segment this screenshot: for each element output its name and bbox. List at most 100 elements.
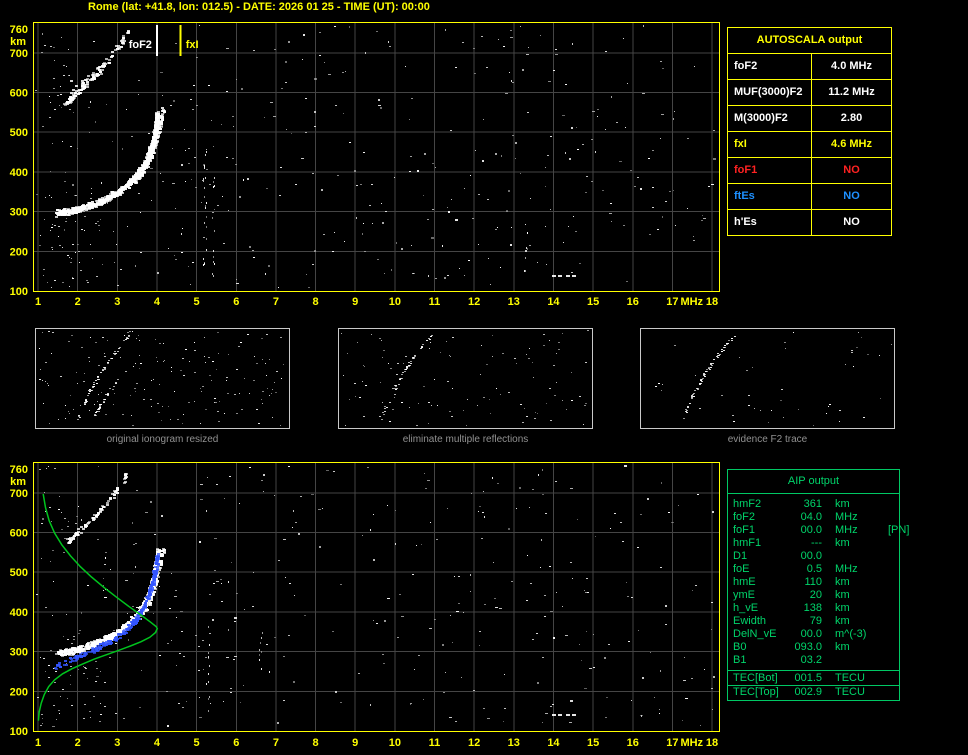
svg-text:7: 7 xyxy=(273,296,279,308)
aip-param-note xyxy=(888,550,894,563)
autoscala-row-0: foF2 4.0 MHz xyxy=(728,54,891,80)
aip-param-unit: km xyxy=(835,615,850,627)
aip-param-label: B0 xyxy=(733,641,747,653)
aip-param-note xyxy=(888,576,894,589)
svg-text:4: 4 xyxy=(154,296,161,308)
aip-param-note xyxy=(888,511,894,524)
autoscala-row-3: fxI 4.6 MHz xyxy=(728,132,891,158)
svg-text:3: 3 xyxy=(114,296,120,308)
aip-row-5: foE 0.5 MHz xyxy=(728,563,899,576)
svg-text:10: 10 xyxy=(389,296,401,308)
aip-param-value: --- xyxy=(811,537,822,549)
autoscala-row-5: ftEs NO xyxy=(728,184,891,210)
svg-text:km: km xyxy=(10,36,26,48)
svg-text:foF2: foF2 xyxy=(129,39,152,51)
svg-text:km: km xyxy=(10,476,26,488)
aip-tec-unit: TECU xyxy=(835,686,865,698)
svg-text:600: 600 xyxy=(10,88,28,100)
svg-text:17: 17 xyxy=(666,296,678,308)
aip-param-value: 04.0 xyxy=(800,511,822,523)
aip-param-value: 110 xyxy=(804,576,822,588)
aip-param-unit: km xyxy=(835,498,850,510)
aip-row-12: B1 03.2 xyxy=(728,654,899,667)
axis-labels: 760700600500400300200100km1 2 3 4 5 6 7 8 9 10 11 1… xyxy=(10,464,719,749)
svg-text:MHz: MHz xyxy=(680,737,703,749)
svg-text:760: 760 xyxy=(10,24,28,36)
plot-grid xyxy=(33,462,719,731)
svg-text:14: 14 xyxy=(547,737,560,749)
thumbnail-dots xyxy=(341,330,589,426)
aip-param-label: hmE xyxy=(733,576,756,588)
autoscala-param-value: 2.80 xyxy=(840,112,863,124)
aip-param-label: B1 xyxy=(733,654,747,666)
svg-text:300: 300 xyxy=(10,647,28,659)
aip-parameter-list: hmF2 361 km foF2 04.0 MHz foF1 00.0 MHz [PN] hmF1 -… xyxy=(728,494,909,670)
thumb-caption-original: original ionogram resized xyxy=(106,434,219,445)
aip-param-note xyxy=(888,589,894,602)
svg-text:2: 2 xyxy=(75,737,81,749)
aip-param-label: DelN_vE xyxy=(733,628,777,640)
autoscala-row-2: M(3000)F2 2.80 xyxy=(728,106,891,132)
svg-text:760: 760 xyxy=(10,464,28,476)
profile-ionogram-plot: 760700600500400300200100km1 2 3 4 5 6 7 8 9 10 11 1… xyxy=(10,462,720,749)
aip-param-unit: MHz xyxy=(835,511,858,523)
svg-text:18: 18 xyxy=(706,737,718,749)
svg-text:16: 16 xyxy=(627,296,639,308)
svg-text:12: 12 xyxy=(468,737,480,749)
aip-row-9: Ewidth 79 km xyxy=(728,615,899,628)
thumbnail-eliminate-canvas xyxy=(341,330,589,426)
svg-text:13: 13 xyxy=(508,296,520,308)
svg-text:7: 7 xyxy=(273,737,279,749)
aip-panel-title: AIP output xyxy=(728,470,899,494)
thumbnail-original-canvas xyxy=(39,331,284,426)
aip-row-2: foF1 00.0 MHz [PN] xyxy=(728,524,909,537)
autoscala-param-value: NO xyxy=(843,216,860,228)
svg-text:8: 8 xyxy=(312,737,318,749)
svg-text:18: 18 xyxy=(706,296,718,308)
station-date-header: Rome (lat: +41.8, lon: 012.5) - DATE: 20… xyxy=(88,1,430,13)
svg-text:700: 700 xyxy=(10,48,28,60)
aip-param-unit: m^(-3) xyxy=(835,628,867,640)
aip-param-label: hmF1 xyxy=(733,537,762,549)
svg-text:400: 400 xyxy=(10,607,28,619)
aip-param-note xyxy=(888,654,894,667)
echo-and-noise-dots xyxy=(35,25,716,292)
svg-text:1: 1 xyxy=(35,737,41,749)
aip-row-4: D1 00.0 xyxy=(728,550,899,563)
autoscala-param-label: MUF(3000)F2 xyxy=(728,80,812,105)
autoscala-row-6: h'Es NO xyxy=(728,210,891,235)
aip-row-7: ymE 20 km xyxy=(728,589,899,602)
svg-text:100: 100 xyxy=(10,726,28,738)
svg-text:fxI: fxI xyxy=(186,39,199,51)
svg-text:600: 600 xyxy=(10,528,28,540)
svg-text:6: 6 xyxy=(233,296,239,308)
aip-row-10: DelN_vE 00.0 m^(-3) xyxy=(728,628,899,641)
autoscala-param-value: NO xyxy=(843,164,860,176)
main-ionogram-plot: foF2 fxI760700600500400300200100km1 2 3 4 5 6 7… xyxy=(10,22,720,308)
aip-param-label: foE xyxy=(733,563,750,575)
aip-output-panel: AIP output hmF2 361 km foF2 04.0 MHz foF1 00.0 M… xyxy=(727,469,909,701)
svg-text:200: 200 xyxy=(10,686,28,698)
thumbnail-evidence-f2-trace xyxy=(640,328,895,429)
svg-text:13: 13 xyxy=(508,737,520,749)
svg-text:15: 15 xyxy=(587,737,599,749)
svg-text:300: 300 xyxy=(10,207,28,219)
aip-param-unit: MHz xyxy=(835,524,858,536)
aip-param-label: foF2 xyxy=(733,511,756,523)
autoscala-param-value: 4.6 MHz xyxy=(831,138,872,150)
aip-param-note xyxy=(888,628,894,641)
aip-param-note: [PN] xyxy=(888,524,910,536)
svg-text:500: 500 xyxy=(10,127,28,139)
svg-text:9: 9 xyxy=(352,296,358,308)
thumbnail-dots xyxy=(39,331,284,426)
aip-row-3: hmF1 --- km xyxy=(728,537,899,550)
aip-param-value: 00.0 xyxy=(800,628,822,640)
thumbnail-dots xyxy=(655,332,892,426)
svg-text:MHz: MHz xyxy=(680,296,703,308)
aip-param-unit xyxy=(822,550,888,563)
aip-param-note xyxy=(888,563,894,576)
aip-param-note xyxy=(888,537,894,550)
aip-param-value: 138 xyxy=(803,602,822,614)
autoscala-row-4: foF1 NO xyxy=(728,158,891,184)
aip-param-unit: km xyxy=(835,641,850,653)
